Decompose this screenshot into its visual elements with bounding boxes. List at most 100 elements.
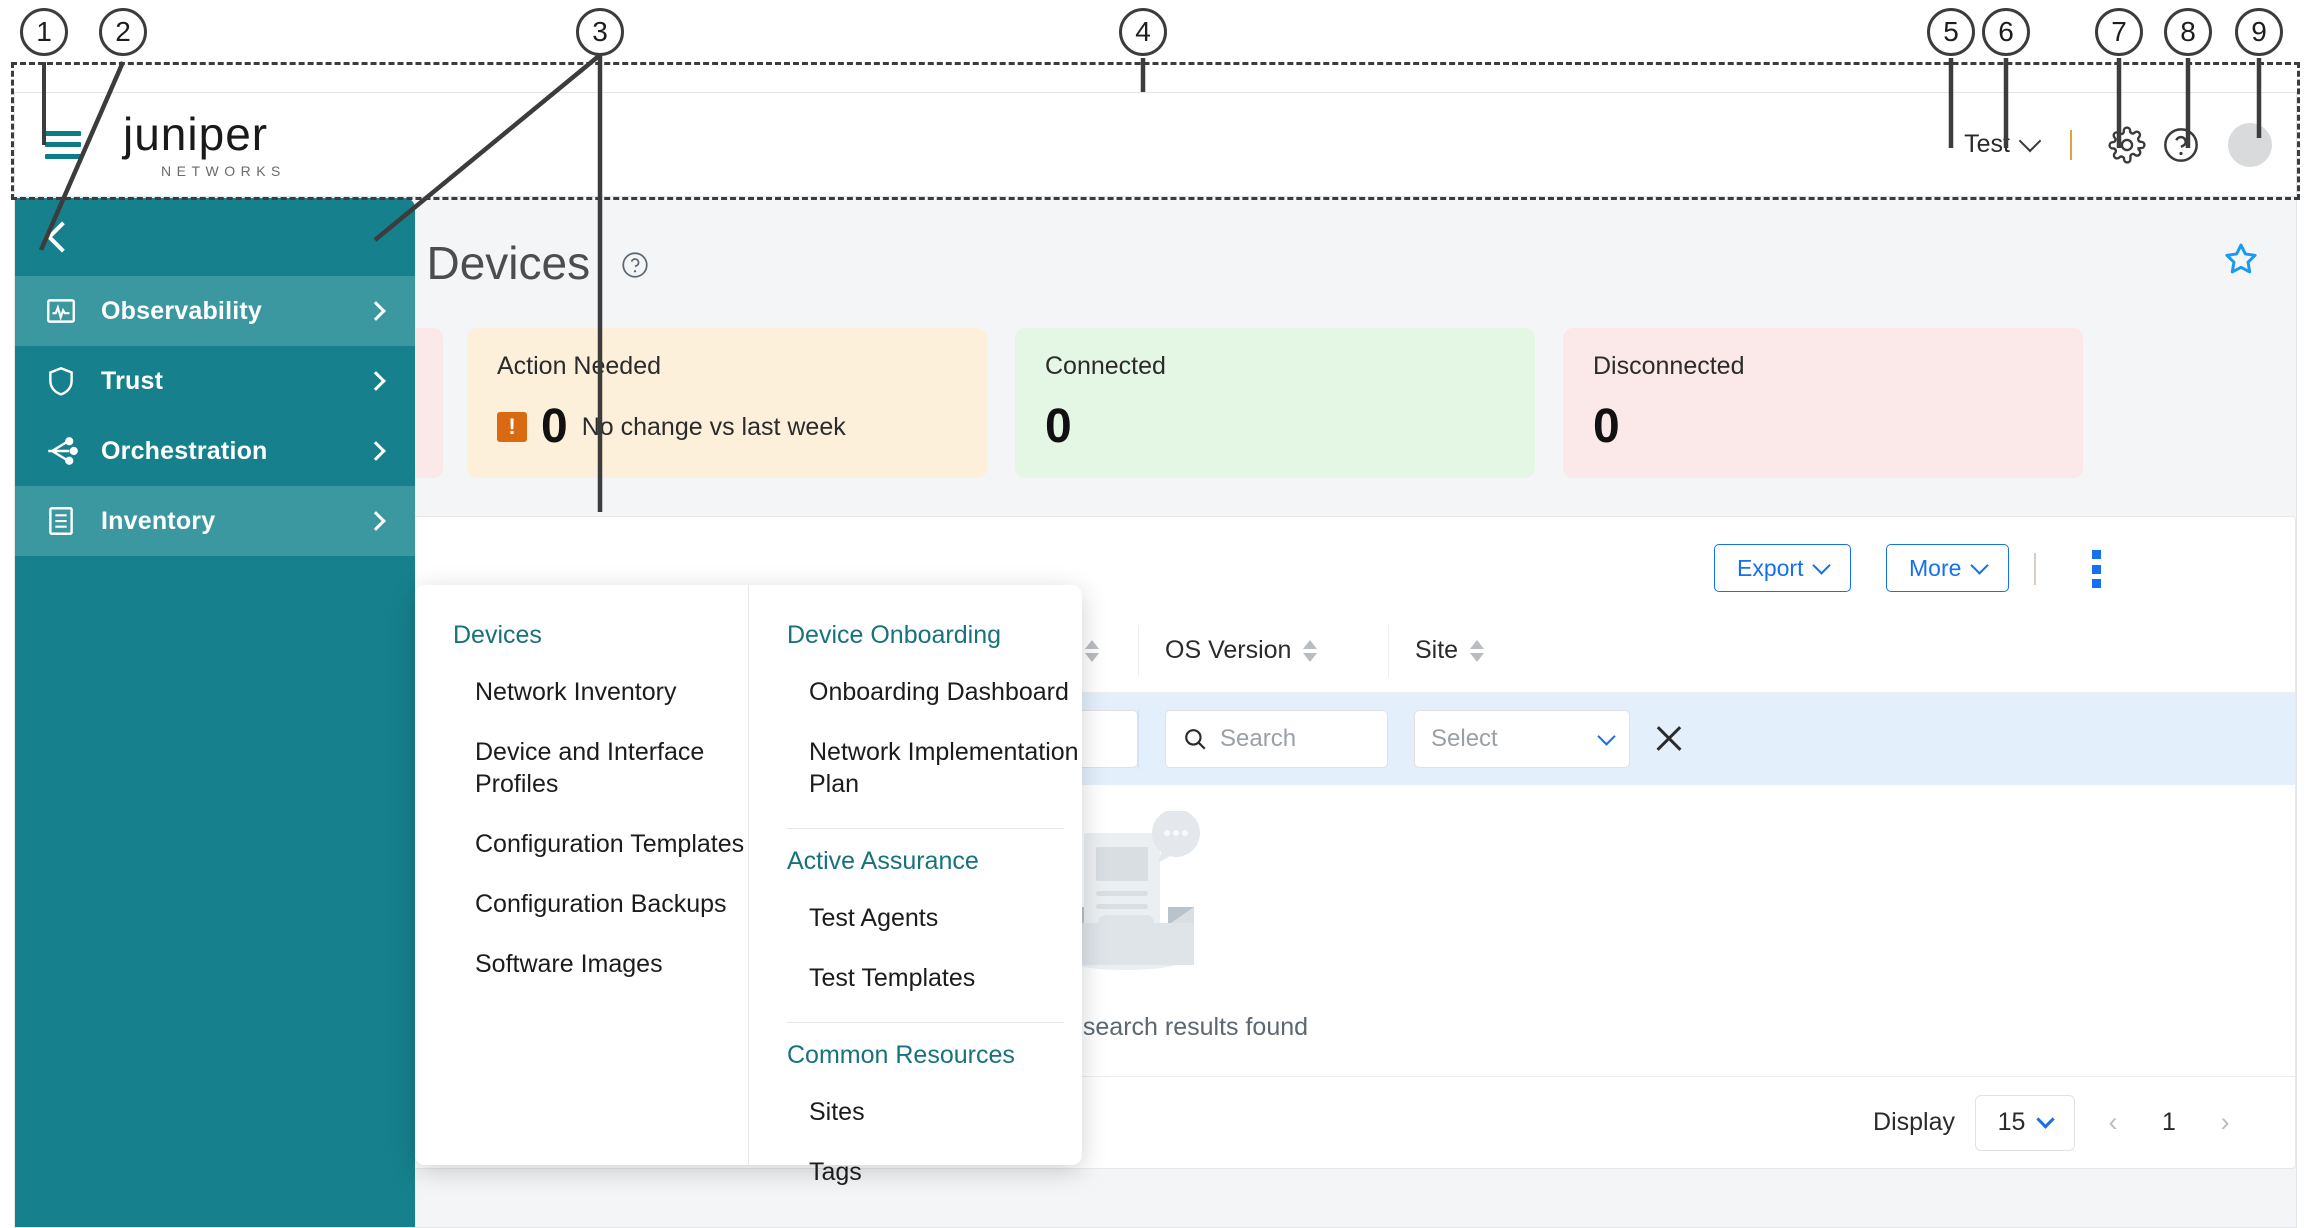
mega-menu-item-test-agents[interactable]: Test Agents — [787, 902, 1082, 934]
top-navigation-bar: juniper NETWORKS Test — [15, 93, 2296, 197]
card-value: 0 — [541, 400, 568, 453]
column-header-os-version[interactable]: OS Version — [1138, 624, 1388, 677]
page-header: Network Devices — [245, 198, 2296, 318]
share-nodes-icon — [41, 431, 81, 471]
mega-menu-heading-device-onboarding[interactable]: Device Onboarding — [787, 621, 1082, 650]
page-size-select[interactable]: 15 — [1975, 1094, 2075, 1151]
more-button-label: More — [1909, 554, 1962, 581]
card-title: Connected — [1045, 352, 1166, 380]
chevron-down-icon — [2018, 129, 2042, 153]
application-window: juniper NETWORKS Test Observability Trus… — [14, 92, 2297, 1228]
summary-card-connected[interactable]: Connected 0 — [1015, 328, 1535, 478]
page-help-button[interactable] — [620, 250, 650, 285]
summary-card-disconnected[interactable]: Disconnected 0 — [1563, 328, 2083, 478]
avatar[interactable] — [2228, 122, 2272, 167]
favorite-button[interactable] — [2222, 240, 2260, 283]
export-button[interactable]: Export — [1714, 544, 1852, 592]
search-placeholder: Search — [1220, 725, 1297, 752]
mega-menu-item-network-inventory[interactable]: Network Inventory — [453, 676, 748, 708]
callout-8: 8 — [2164, 8, 2212, 56]
hamburger-menu-icon[interactable] — [45, 130, 81, 159]
column-header-site[interactable]: Site — [1388, 624, 1688, 677]
mega-menu-item-network-implementation-plan[interactable]: Network Implementation Plan — [787, 736, 1082, 800]
sidebar-item-label: Inventory — [101, 506, 216, 535]
callout-1: 1 — [20, 8, 68, 56]
mega-menu-item-tags[interactable]: Tags — [787, 1156, 1082, 1188]
sidebar-item-inventory[interactable]: Inventory — [15, 486, 415, 556]
column-label: Site — [1415, 636, 1459, 664]
shield-icon — [41, 361, 81, 401]
juniper-networks-logo: juniper NETWORKS — [123, 111, 338, 179]
card-value-row: 0 — [1045, 403, 1505, 451]
help-button[interactable] — [2154, 118, 2208, 172]
card-title: Disconnected — [1593, 352, 1745, 380]
mega-menu-item-software-images[interactable]: Software Images — [453, 948, 748, 980]
empty-state-message: No search results found — [1044, 1013, 1309, 1041]
logo-subtext: NETWORKS — [161, 162, 286, 179]
summary-card-action-needed[interactable]: Action Needed ! 0 No change vs last week — [467, 328, 987, 478]
mega-menu-item-onboarding-dashboard[interactable]: Onboarding Dashboard — [787, 676, 1082, 708]
mega-menu-item-configuration-backups[interactable]: Configuration Backups — [453, 888, 748, 920]
warning-badge-icon: ! — [497, 412, 527, 442]
chevron-right-icon — [366, 441, 386, 461]
card-title: Action Needed — [497, 352, 662, 380]
sidebar-item-orchestration[interactable]: Orchestration — [15, 416, 415, 486]
next-page-button[interactable]: › — [2207, 1107, 2243, 1138]
mega-menu-heading-devices[interactable]: Devices — [453, 621, 748, 650]
sort-toggle-icon[interactable] — [1303, 639, 1318, 662]
previous-page-button[interactable]: ‹ — [2095, 1107, 2131, 1138]
sidebar-collapse-button[interactable] — [45, 220, 67, 254]
divider — [2070, 129, 2072, 160]
mega-menu-item-test-templates[interactable]: Test Templates — [787, 962, 1082, 994]
question-circle-icon — [2164, 127, 2198, 162]
question-circle-icon — [622, 252, 648, 278]
mega-menu-column-onboarding: Device Onboarding Onboarding Dashboard N… — [748, 585, 1082, 1186]
screenshot-root: juniper NETWORKS Test Observability Trus… — [0, 0, 2311, 1228]
activity-monitor-icon — [41, 291, 81, 331]
divider — [787, 1022, 1064, 1023]
card-value-row: 0 — [1593, 403, 2053, 451]
clear-filters-button[interactable] — [1650, 720, 1688, 758]
card-value-row: ! 0 No change vs last week — [497, 403, 957, 451]
callout-6: 6 — [1982, 8, 2030, 56]
sidebar-header — [15, 198, 415, 276]
mega-menu-heading-active-assurance[interactable]: Active Assurance — [787, 847, 1082, 876]
vertical-dots-icon — [2091, 550, 2101, 559]
sort-toggle-icon[interactable] — [1470, 639, 1485, 662]
callout-9: 9 — [2235, 8, 2283, 56]
settings-button[interactable] — [2100, 118, 2154, 172]
mega-menu-column-devices: Devices Network Inventory Device and Int… — [415, 585, 748, 1165]
tenant-name-label: Test — [1964, 130, 2010, 158]
filter-cell-os-version: Search — [1138, 709, 1388, 769]
site-select[interactable]: Select — [1414, 710, 1630, 768]
vertical-dots-icon — [2091, 564, 2101, 574]
mega-menu-heading-common-resources[interactable]: Common Resources — [787, 1041, 1082, 1070]
select-placeholder: Select — [1431, 725, 1498, 752]
chevron-right-icon — [366, 511, 386, 531]
current-page-number[interactable]: 1 — [2151, 1108, 2187, 1137]
more-button[interactable]: More — [1886, 544, 2010, 592]
sidebar-item-label: Trust — [101, 366, 164, 395]
callout-7: 7 — [2095, 8, 2143, 56]
mega-menu-item-sites[interactable]: Sites — [787, 1096, 1082, 1128]
topbar-actions: Test — [1960, 118, 2272, 172]
chevron-down-icon — [1597, 726, 1616, 746]
gear-icon — [2108, 125, 2146, 164]
sidebar-item-label: Observability — [101, 296, 262, 325]
page-size-value: 15 — [1997, 1108, 2026, 1136]
sidebar-item-observability[interactable]: Observability — [15, 276, 415, 346]
search-input[interactable]: Search — [1165, 710, 1388, 768]
mega-menu-item-device-and-interface-profiles[interactable]: Device and Interface Profiles — [453, 736, 748, 800]
callout-4: 4 — [1119, 8, 1167, 56]
sidebar-item-label: Orchestration — [101, 436, 268, 465]
chevron-right-icon — [366, 301, 386, 321]
tenant-selector[interactable]: Test — [1960, 124, 2042, 165]
sort-toggle-icon[interactable] — [1084, 639, 1099, 662]
mega-menu-item-configuration-templates[interactable]: Configuration Templates — [453, 828, 748, 860]
pagination-display-label: Display — [1873, 1108, 1955, 1136]
sidebar-item-trust[interactable]: Trust — [15, 346, 415, 416]
callout-5: 5 — [1927, 8, 1975, 56]
star-outline-icon — [2225, 243, 2257, 274]
divider — [787, 828, 1064, 829]
table-options-button[interactable] — [2076, 547, 2116, 591]
